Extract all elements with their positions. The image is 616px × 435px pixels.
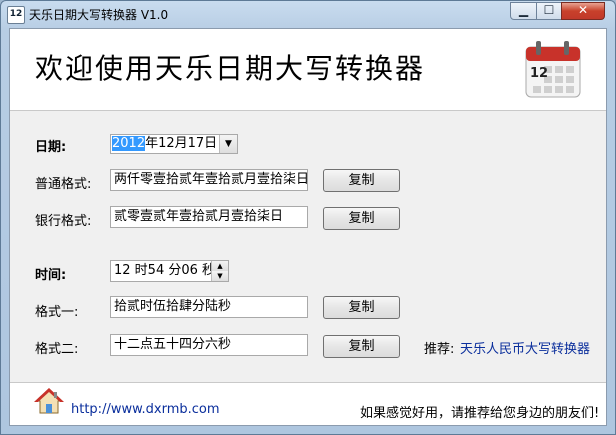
copy-format1-button[interactable]: 复制 (323, 296, 400, 319)
maximize-button[interactable]: ☐ (536, 2, 562, 20)
dropdown-button[interactable]: ▼ (219, 135, 237, 153)
date-picker[interactable]: 2012年12月17日 ▼ (110, 134, 238, 154)
time-label: 时间: (35, 268, 67, 283)
recommend-link[interactable]: 天乐人民币大写转换器 (460, 338, 590, 357)
time-value[interactable]: 12 时54 分06 秒 (114, 263, 215, 278)
client-area: 欢迎使用天乐日期大写转换器 12 日期: 2012年12月17日 ▼ 普通格式:… (9, 28, 607, 426)
copy-format2-button[interactable]: 复制 (323, 335, 400, 358)
copy-bank-button[interactable]: 复制 (323, 207, 400, 230)
format2-label: 格式二: (35, 342, 79, 357)
house-icon[interactable] (34, 387, 64, 415)
calendar-icon: 12 (525, 41, 581, 98)
format1-label: 格式一: (35, 305, 79, 320)
spin-up-icon[interactable]: ▲ (212, 261, 228, 271)
app-window: 12 天乐日期大写转换器 V1.0 ▁ ☐ ✕ 欢迎使用天乐日期大写转换器 12… (0, 0, 616, 435)
date-year[interactable]: 2012 (112, 136, 146, 151)
format2-field[interactable]: 十二点五十四分六秒 (110, 334, 308, 356)
maximize-icon: ☐ (543, 3, 555, 17)
time-spinner[interactable]: 12 时54 分06 秒 ▲ ▼ (110, 260, 229, 282)
header-title: 欢迎使用天乐日期大写转换器 (35, 52, 426, 85)
separator-bottom (10, 382, 606, 383)
app-icon: 12 (7, 6, 25, 24)
title-bar[interactable]: 12 天乐日期大写转换器 V1.0 ▁ ☐ ✕ (1, 1, 615, 27)
close-button[interactable]: ✕ (561, 2, 605, 20)
recommend-label: 推荐: (424, 342, 455, 357)
website-link[interactable]: http://www.dxrmb.com (71, 402, 220, 417)
footer-message: 如果感觉好用，请推荐给您身边的朋友们! (360, 406, 600, 421)
bank-format-field[interactable]: 贰零壹贰年壹拾贰月壹拾柒日 (110, 206, 308, 228)
spin-down-icon[interactable]: ▼ (212, 271, 228, 281)
normal-format-field[interactable]: 两仟零壹拾贰年壹拾贰月壹拾柒日 (110, 169, 308, 191)
minimize-button[interactable]: ▁ (510, 2, 537, 20)
normal-format-label: 普通格式: (35, 177, 92, 192)
bank-format-label: 银行格式: (35, 214, 92, 229)
close-icon: ✕ (577, 3, 589, 17)
chevron-down-icon: ▼ (225, 139, 232, 149)
date-label: 日期: (35, 140, 67, 155)
minimize-icon: ▁ (518, 3, 529, 17)
format1-field[interactable]: 拾贰时伍拾肆分陆秒 (110, 296, 308, 318)
calendar-number: 12 (530, 66, 548, 81)
window-title: 天乐日期大写转换器 V1.0 (29, 8, 169, 22)
spinner-arrows[interactable]: ▲ ▼ (211, 261, 228, 281)
date-rest[interactable]: 年12月17日 (145, 136, 217, 151)
copy-normal-button[interactable]: 复制 (323, 169, 400, 192)
